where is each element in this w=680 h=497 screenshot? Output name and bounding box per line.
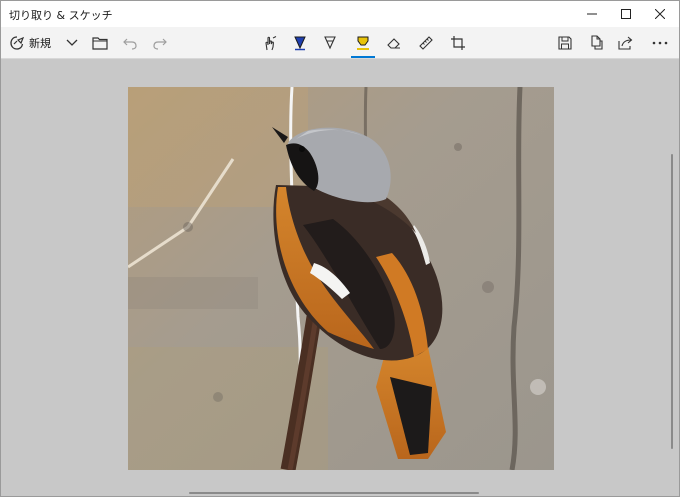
open-file-button[interactable]	[89, 30, 111, 55]
minimize-icon	[587, 13, 597, 15]
more-options-button[interactable]	[648, 30, 672, 55]
new-snip-icon	[10, 35, 25, 50]
share-icon	[618, 36, 633, 50]
copy-button[interactable]	[585, 30, 607, 55]
snip-image[interactable]	[128, 87, 554, 470]
crop-icon	[451, 35, 465, 50]
ballpoint-pen-button[interactable]	[289, 30, 311, 55]
canvas-area[interactable]	[1, 59, 679, 496]
pencil-button[interactable]	[319, 30, 341, 55]
maximize-icon	[621, 9, 631, 19]
redo-icon	[153, 38, 167, 50]
share-button[interactable]	[615, 30, 637, 55]
new-snip-label: 新規	[29, 36, 51, 50]
ballpoint-pen-icon	[294, 36, 306, 50]
highlighter-button[interactable]	[351, 30, 375, 58]
copy-icon	[591, 35, 603, 50]
new-snip-dropdown[interactable]	[63, 30, 81, 55]
save-button[interactable]	[554, 30, 576, 55]
active-tool-indicator	[351, 56, 375, 58]
eraser-button[interactable]	[383, 30, 405, 55]
folder-icon	[92, 36, 108, 50]
window-title: 切り取り & スケッチ	[9, 9, 113, 22]
eraser-icon	[387, 37, 400, 49]
close-icon	[655, 9, 665, 19]
crop-button[interactable]	[447, 30, 469, 55]
undo-icon	[123, 38, 137, 50]
title-bar: 切り取り & スケッチ	[1, 1, 679, 27]
toolbar: 新規	[1, 27, 679, 59]
pencil-icon	[324, 35, 336, 49]
horizontal-scrollbar[interactable]	[189, 492, 479, 494]
ruler-icon	[419, 35, 433, 50]
highlighter-icon	[357, 36, 369, 50]
save-icon	[558, 35, 572, 50]
chevron-down-icon	[66, 39, 78, 46]
vertical-scrollbar[interactable]	[671, 154, 673, 449]
minimize-button[interactable]	[575, 1, 609, 27]
more-icon	[652, 41, 668, 44]
robin-bird-photo	[128, 87, 554, 470]
snip-sketch-window: 切り取り & スケッチ 新規	[0, 0, 680, 497]
undo-button[interactable]	[119, 30, 141, 55]
new-snip-button[interactable]: 新規	[9, 30, 57, 55]
touch-writing-icon	[265, 35, 277, 50]
close-button[interactable]	[643, 1, 677, 27]
maximize-button[interactable]	[609, 1, 643, 27]
touch-writing-button[interactable]	[259, 30, 281, 55]
ruler-button[interactable]	[415, 30, 437, 55]
redo-button[interactable]	[149, 30, 171, 55]
